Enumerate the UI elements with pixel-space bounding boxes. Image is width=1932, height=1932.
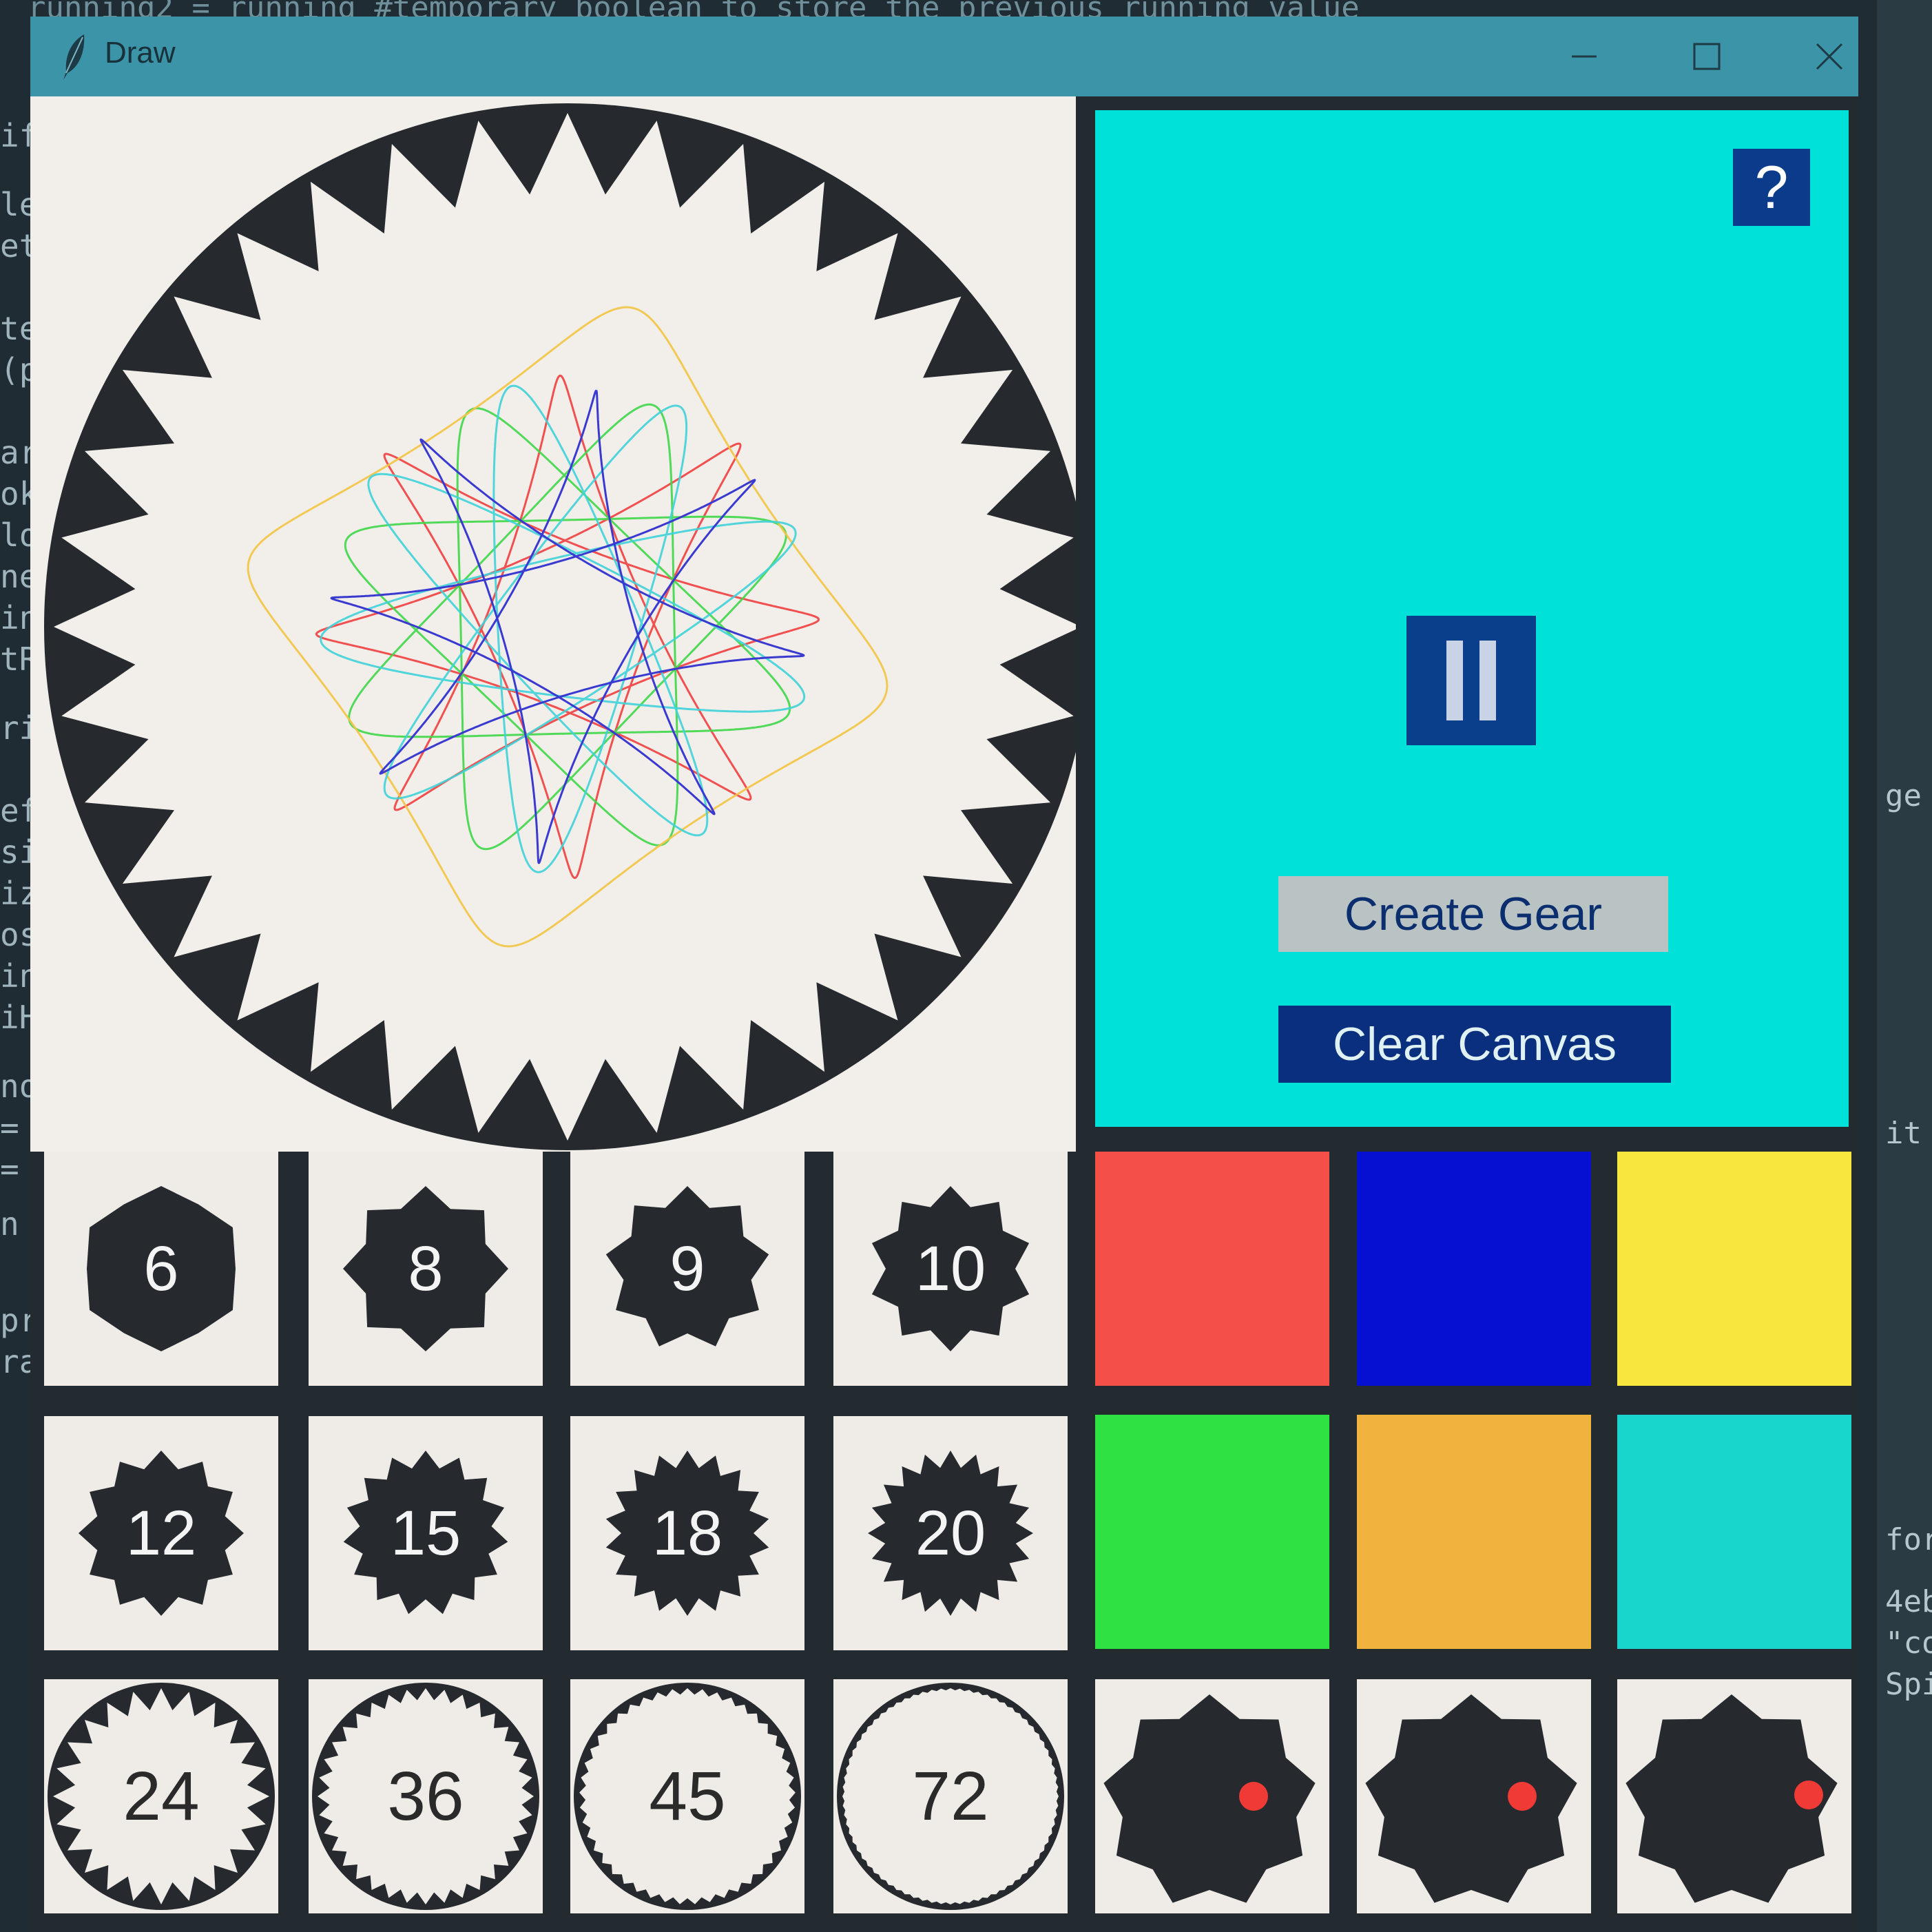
minimize-icon[interactable] — [1557, 30, 1612, 83]
pen-gear-icon — [1625, 1694, 1838, 1903]
help-button[interactable]: ? — [1733, 149, 1810, 226]
create-gear-button[interactable]: Create Gear — [1278, 876, 1668, 952]
gear-teeth-label: 12 — [125, 1497, 197, 1568]
gear-button-45[interactable]: 45 — [570, 1679, 804, 1913]
code-fragment: le — [0, 186, 30, 223]
pen-hole-dot — [1508, 1782, 1537, 1811]
gear-teeth-label: 6 — [143, 1233, 179, 1304]
control-panel: ? Create Gear Clear Canvas — [1095, 110, 1849, 1127]
feather-icon — [56, 32, 91, 81]
code-fragment: if — [0, 117, 30, 154]
pen-gear-icon — [1365, 1694, 1577, 1903]
code-fragment: "co — [1885, 1625, 1932, 1661]
pause-button[interactable] — [1406, 616, 1536, 745]
background-code-left-gutter: if le et te (p ar ok lo ne in tR ri ef si iz os in iH no = =… — [0, 103, 30, 1825]
code-fragment: lo — [0, 517, 30, 554]
window-title: Draw — [105, 36, 176, 70]
gear-button-15[interactable]: 15 — [309, 1416, 543, 1650]
code-fragment: ri — [0, 709, 30, 747]
code-fragment: pro — [0, 1302, 30, 1339]
gear-teeth-label: 20 — [915, 1497, 986, 1568]
pen-hole-2-button[interactable] — [1357, 1679, 1591, 1913]
code-fragment: it n — [1885, 1116, 1932, 1151]
code-fragment: ge — [1885, 778, 1922, 813]
code-fragment: ef — [0, 792, 30, 829]
code-fragment: = — [0, 1109, 19, 1146]
code-fragment: no — [0, 1068, 30, 1105]
code-fragment: for r — [1885, 1522, 1932, 1557]
code-fragment: os — [0, 916, 30, 953]
background-code-top-line: running2 = running #temporary boolean to… — [28, 0, 1360, 18]
gear-teeth-label: 10 — [915, 1233, 986, 1304]
code-fragment: tR — [0, 641, 30, 678]
color-swatch-green[interactable] — [1095, 1415, 1329, 1649]
gear-teeth-label: 72 — [912, 1757, 989, 1835]
code-fragment: ar — [0, 434, 30, 471]
color-swatch-orange[interactable] — [1357, 1415, 1591, 1649]
color-swatch-red[interactable] — [1095, 1152, 1329, 1386]
code-fragment: rap — [0, 1343, 30, 1380]
color-swatch-teal[interactable] — [1617, 1415, 1851, 1649]
gear-button-10[interactable]: 10 — [833, 1152, 1068, 1386]
background-code-right-gutter: ge it n for r 4eb "co Spir — [1877, 0, 1932, 1932]
pen-gear-icon — [1103, 1694, 1316, 1903]
code-fragment: ok — [0, 475, 30, 512]
gear-button-18[interactable]: 18 — [570, 1416, 804, 1650]
gear-button-36[interactable]: 36 — [309, 1679, 543, 1913]
pen-hole-dot — [1794, 1780, 1823, 1809]
code-fragment: et — [0, 227, 30, 264]
spirograph-drawing — [44, 103, 1076, 1150]
code-fragment: si — [0, 833, 30, 871]
pen-hole-dot — [1239, 1782, 1268, 1811]
code-fragment: te — [0, 310, 30, 347]
code-fragment: iz — [0, 875, 30, 912]
code-fragment: 4eb — [1885, 1584, 1932, 1619]
gear-button-72[interactable]: 72 — [833, 1679, 1068, 1913]
gear-button-8[interactable]: 8 — [309, 1152, 543, 1386]
gear-teeth-label: 8 — [408, 1233, 444, 1304]
gear-teeth-label: 45 — [649, 1757, 726, 1835]
maximize-icon[interactable] — [1679, 30, 1734, 83]
pause-icon-bar — [1479, 641, 1496, 720]
code-fragment: in — [0, 957, 30, 995]
draw-window: Draw ? Create Gear Clear Canvas 6 8 9 10 12 1… — [30, 17, 1858, 1932]
drawing-canvas[interactable] — [30, 96, 1076, 1152]
gear-teeth-label: 15 — [390, 1497, 461, 1568]
gear-teeth-label: 36 — [387, 1757, 464, 1835]
gear-button-12[interactable]: 12 — [44, 1416, 278, 1650]
code-fragment: = — [0, 1150, 19, 1187]
gear-teeth-label: 24 — [123, 1757, 200, 1835]
pause-icon — [1446, 641, 1463, 720]
gear-button-20[interactable]: 20 — [833, 1416, 1068, 1650]
title-bar: Draw — [30, 17, 1858, 96]
color-swatch-yellow[interactable] — [1617, 1152, 1851, 1386]
close-icon[interactable] — [1802, 30, 1857, 83]
code-fragment: Spir — [1885, 1667, 1932, 1702]
gear-teeth-label: 9 — [669, 1233, 705, 1304]
code-fragment: in — [0, 599, 30, 636]
code-fragment: ne — [0, 558, 30, 595]
gear-button-9[interactable]: 9 — [570, 1152, 804, 1386]
color-swatch-blue[interactable] — [1357, 1152, 1591, 1386]
gear-button-6[interactable]: 6 — [44, 1152, 278, 1386]
code-fragment: iH — [0, 999, 30, 1036]
gear-button-24[interactable]: 24 — [44, 1679, 278, 1913]
clear-canvas-button[interactable]: Clear Canvas — [1278, 1006, 1671, 1083]
gear-teeth-label: 18 — [652, 1497, 723, 1568]
pen-hole-1-button[interactable] — [1095, 1679, 1329, 1913]
pen-hole-3-button[interactable] — [1617, 1679, 1851, 1913]
code-fragment: (p — [0, 351, 30, 388]
code-fragment: n — [0, 1205, 19, 1243]
